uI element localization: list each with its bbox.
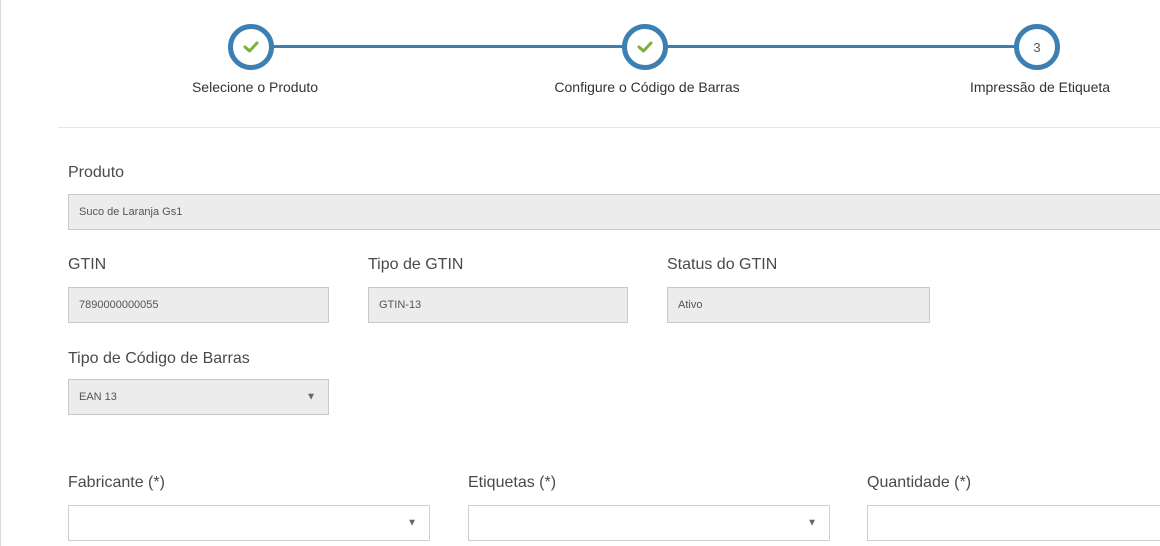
gtin-label: GTIN xyxy=(68,256,107,273)
step-2-label: Configure o Código de Barras xyxy=(554,79,740,95)
tipo-gtin-field[interactable]: GTIN-13 xyxy=(368,287,628,323)
check-icon xyxy=(637,40,653,54)
status-gtin-label: Status do GTIN xyxy=(667,256,778,273)
tipo-codigo-label: Tipo de Código de Barras xyxy=(68,350,250,367)
step-2-circle[interactable] xyxy=(622,24,668,70)
produto-label: Produto xyxy=(68,164,125,181)
chevron-down-icon: ▼ xyxy=(306,391,316,403)
fabricante-select[interactable]: ▼ xyxy=(68,505,430,541)
gtin-value: 7890000000055 xyxy=(79,299,159,311)
status-gtin-field[interactable]: Ativo xyxy=(667,287,930,323)
produto-value: Suco de Laranja Gs1 xyxy=(79,206,183,218)
status-gtin-value: Ativo xyxy=(678,299,703,311)
step-1-label: Selecione o Produto xyxy=(191,79,319,95)
produto-field[interactable]: Suco de Laranja Gs1 xyxy=(68,194,1160,230)
step-connector-2 xyxy=(666,45,1018,48)
tipo-gtin-value: GTIN-13 xyxy=(379,299,422,311)
gtin-field[interactable]: 7890000000055 xyxy=(68,287,329,323)
step-3-number: 3 xyxy=(1033,39,1041,55)
step-1-circle[interactable] xyxy=(228,24,274,70)
fabricante-label: Fabricante (*) xyxy=(68,474,165,491)
progress-stepper: 3 Selecione o Produto Configure o Código… xyxy=(0,0,1160,128)
tipo-codigo-select[interactable]: EAN 13 ▼ xyxy=(68,379,329,415)
etiquetas-label: Etiquetas (*) xyxy=(468,474,557,491)
tipo-codigo-value: EAN 13 xyxy=(79,391,117,403)
quantidade-input[interactable] xyxy=(867,505,1160,541)
chevron-down-icon: ▼ xyxy=(407,517,417,529)
step-3-circle[interactable]: 3 xyxy=(1014,24,1060,70)
quantidade-label: Quantidade (*) xyxy=(867,474,972,491)
tipo-gtin-label: Tipo de GTIN xyxy=(368,256,464,273)
stepper-divider xyxy=(58,127,1160,128)
step-3-label: Impressão de Etiqueta xyxy=(969,79,1111,95)
step-connector-1 xyxy=(266,45,626,48)
chevron-down-icon: ▼ xyxy=(807,517,817,529)
etiquetas-select[interactable]: ▼ xyxy=(468,505,830,541)
check-icon xyxy=(243,40,259,54)
